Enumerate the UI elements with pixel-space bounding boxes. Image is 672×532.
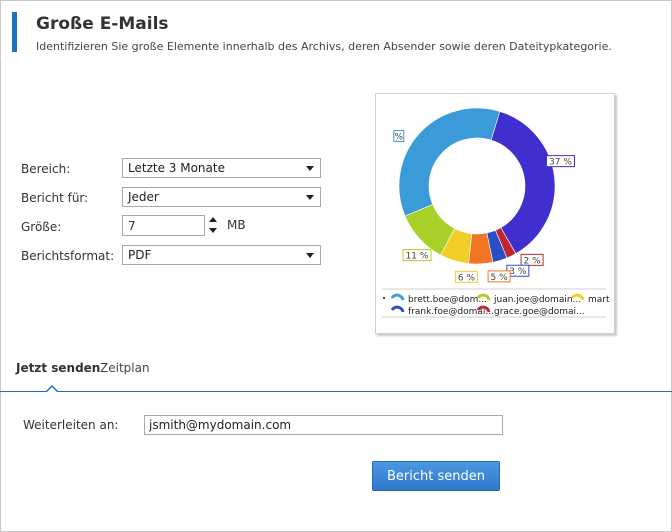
spin-up-icon[interactable] <box>209 217 217 222</box>
range-select[interactable]: Letzte 3 Monate <box>122 158 321 178</box>
chart-data-label: 5 % <box>491 273 509 283</box>
chevron-down-icon <box>306 166 314 171</box>
legend-label: brett.boe@dom... <box>408 295 487 305</box>
legend-marker <box>383 297 385 299</box>
header-accent-bar <box>12 12 17 52</box>
legend-swatch <box>390 305 405 313</box>
legend-label: juan.joe@domain... <box>493 295 581 305</box>
report-for-select-value: Jeder <box>128 190 159 204</box>
chart-data-label: 11 % <box>406 252 429 262</box>
forward-label: Weiterleiten an: <box>23 418 119 432</box>
format-select[interactable]: PDF <box>122 245 321 265</box>
send-report-button[interactable]: Bericht senden <box>372 461 500 491</box>
legend-swatch <box>390 293 405 301</box>
chevron-down-icon <box>306 195 314 200</box>
format-label: Berichtsformat: <box>21 249 115 263</box>
report-for-select[interactable]: Jeder <box>122 187 321 207</box>
chart-data-label: % <box>394 133 403 143</box>
chart-data-label: 37 % <box>549 158 572 168</box>
chart-preview: 37 % 2 % 3 % 5 % 6 % 11 %% brett.boe@dom... jua… <box>375 93 615 334</box>
donut-chart: 37 %2 %3 %5 %6 %11 %%brett.boe@dom... jua… <box>382 107 610 318</box>
size-label: Größe: <box>21 220 62 234</box>
size-input-value: 7 <box>128 219 136 233</box>
size-unit: MB <box>227 218 246 232</box>
chevron-down-icon <box>306 253 314 258</box>
range-select-value: Letzte 3 Monate <box>128 161 225 175</box>
tab-send-now[interactable]: Jetzt senden <box>16 361 100 375</box>
format-select-value: PDF <box>128 248 152 262</box>
size-input[interactable]: 7 <box>122 215 205 236</box>
chart-data-label: 3 % <box>509 267 527 277</box>
page-subtitle: Identifizieren Sie große Elemente innerh… <box>36 40 612 53</box>
tab-schedule[interactable]: Zeitplan <box>100 361 150 375</box>
active-tab-indicator-inner <box>47 387 57 392</box>
tab-divider <box>0 391 672 392</box>
legend-label: grace.goe@domai... <box>494 307 585 317</box>
legend-label: mart <box>588 295 610 305</box>
chart-slice <box>398 107 501 217</box>
page-title: Große E-Mails <box>36 14 169 34</box>
forward-email-input[interactable] <box>144 415 503 435</box>
chart-data-label: 6 % <box>458 273 476 283</box>
report-for-label: Bericht für: <box>21 191 89 205</box>
spin-down-icon[interactable] <box>209 228 217 233</box>
range-label: Bereich: <box>21 162 71 176</box>
